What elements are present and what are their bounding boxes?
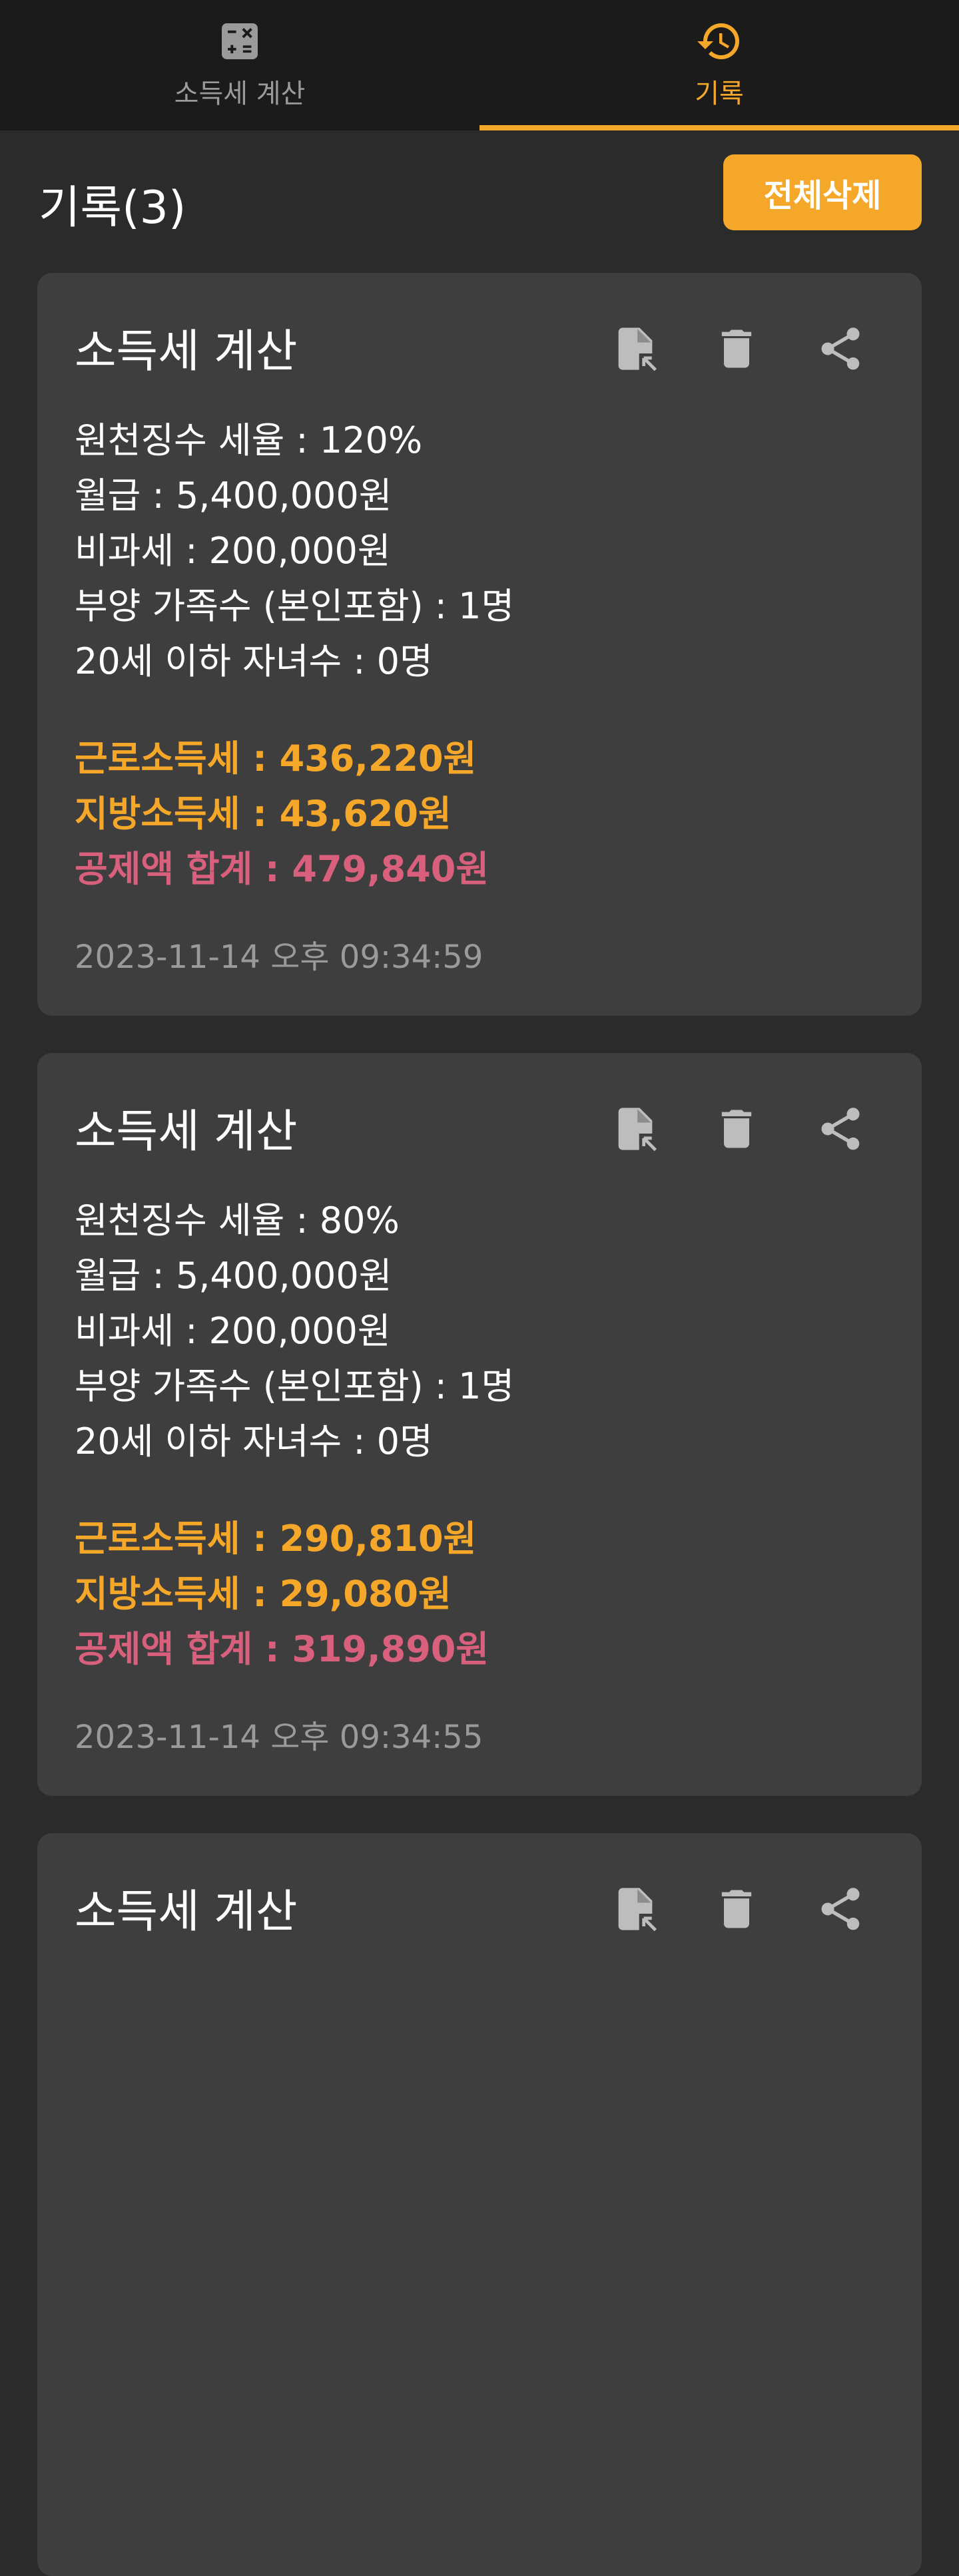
local-income-tax: 지방소득세 : 29,080원 (75, 1573, 452, 1615)
dependents: 부양 가족수 (본인포함) : 1명 (75, 1365, 515, 1407)
record-card: 소득세 계산 (37, 1833, 922, 2576)
record-title: 소득세 계산 (75, 325, 298, 378)
active-tab-indicator (480, 125, 959, 130)
record-card: 소득세 계산 원천징수 세율 : 80% 월급 : 5,400,000원 비과세… (37, 1053, 922, 1796)
share-icon (821, 1888, 860, 1930)
non-taxable: 비과세 : 200,000원 (75, 530, 391, 572)
record-results: 근로소득세 : 436,220원 지방소득세 : 43,620원 공제액 합계 … (75, 731, 489, 897)
monthly-salary: 월급 : 5,400,000원 (75, 1255, 392, 1297)
share-record-button[interactable] (807, 1876, 874, 1942)
delete-record-button[interactable] (703, 1096, 770, 1162)
tab-bar: 소득세 계산 기록 (0, 0, 959, 130)
trash-icon (721, 329, 752, 368)
local-income-tax: 지방소득세 : 43,620원 (75, 793, 452, 835)
tab-calculator-label: 소득세 계산 (174, 79, 306, 109)
file-open-icon (618, 1888, 657, 1932)
share-record-button[interactable] (807, 316, 874, 382)
record-title: 소득세 계산 (75, 1886, 298, 1938)
monthly-salary: 월급 : 5,400,000원 (75, 475, 392, 517)
children-under-20: 20세 이하 자녀수 : 0명 (75, 1420, 433, 1462)
file-open-icon (618, 327, 657, 371)
tab-history-label: 기록 (695, 79, 744, 109)
page-title: 기록(3) (39, 182, 186, 234)
income-tax: 근로소득세 : 436,220원 (75, 738, 477, 779)
clear-all-button[interactable]: 전체삭제 (723, 154, 922, 230)
record-timestamp: 2023-11-14 오후 09:34:55 (75, 1719, 483, 1756)
record-card: 소득세 계산 원천징수 세율 : 120% 월급 : 5,400,000원 비과… (37, 273, 922, 1016)
load-record-button[interactable] (602, 1096, 669, 1162)
tab-calculator[interactable]: 소득세 계산 (0, 0, 480, 130)
share-record-button[interactable] (807, 1096, 874, 1162)
record-results: 근로소득세 : 290,810원 지방소득세 : 29,080원 공제액 합계 … (75, 1511, 489, 1677)
record-title: 소득세 계산 (75, 1106, 298, 1158)
calculator-icon (222, 23, 258, 59)
record-details: 원천징수 세율 : 80% 월급 : 5,400,000원 비과세 : 200,… (75, 1193, 514, 1469)
share-icon (821, 327, 860, 370)
trash-icon (721, 1890, 752, 1928)
load-record-button[interactable] (602, 1876, 669, 1942)
withholding-rate: 원천징수 세율 : 80% (75, 1199, 400, 1241)
tab-history[interactable]: 기록 (480, 0, 959, 130)
deduction-total: 공제액 합계 : 479,840원 (75, 848, 489, 890)
non-taxable: 비과세 : 200,000원 (75, 1310, 391, 1352)
dependents: 부양 가족수 (본인포함) : 1명 (75, 585, 515, 627)
deduction-total: 공제액 합계 : 319,890원 (75, 1628, 489, 1670)
file-open-icon (618, 1108, 657, 1152)
history-icon (697, 23, 739, 60)
record-details: 원천징수 세율 : 120% 월급 : 5,400,000원 비과세 : 200… (75, 413, 514, 689)
load-record-button[interactable] (602, 316, 669, 382)
trash-icon (721, 1110, 752, 1148)
share-icon (821, 1108, 860, 1150)
withholding-rate: 원천징수 세율 : 120% (75, 419, 423, 461)
delete-record-button[interactable] (703, 316, 770, 382)
children-under-20: 20세 이하 자녀수 : 0명 (75, 640, 433, 682)
record-timestamp: 2023-11-14 오후 09:34:59 (75, 939, 483, 976)
delete-record-button[interactable] (703, 1876, 770, 1942)
income-tax: 근로소득세 : 290,810원 (75, 1518, 477, 1560)
history-header: 기록(3) 전체삭제 (0, 130, 959, 273)
